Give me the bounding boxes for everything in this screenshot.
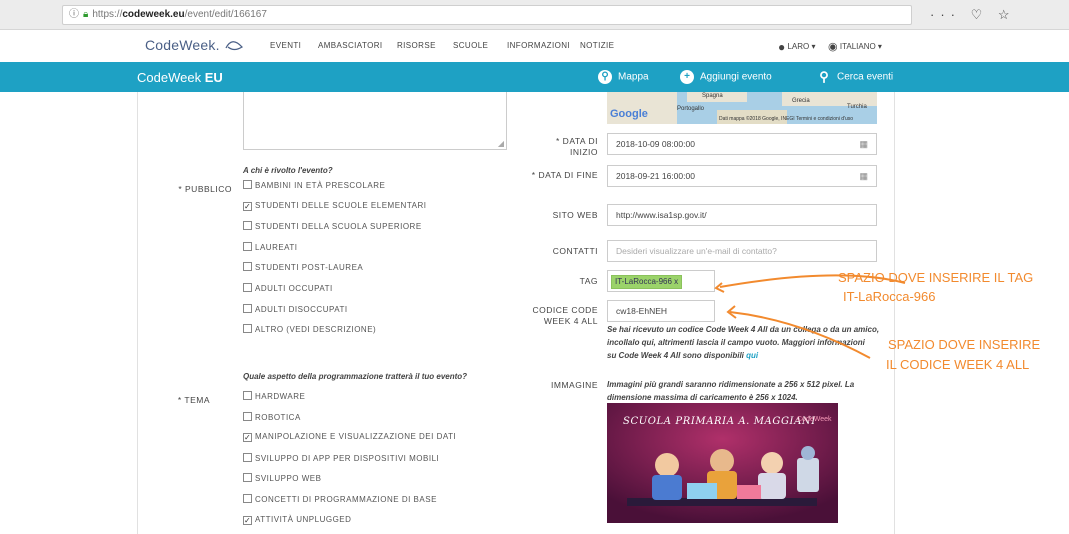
code-annotation-line1: SPAZIO DOVE INSERIRE bbox=[888, 337, 1041, 352]
code-annotation-line2: IL CODICE WEEK 4 ALL bbox=[886, 357, 1030, 372]
annotation-arrows bbox=[714, 274, 906, 359]
tag-annotation-line1: SPAZIO DOVE INSERIRE IL TAG bbox=[838, 270, 1034, 285]
tag-annotation-line2: IT-LaRocca-966 bbox=[843, 289, 936, 304]
